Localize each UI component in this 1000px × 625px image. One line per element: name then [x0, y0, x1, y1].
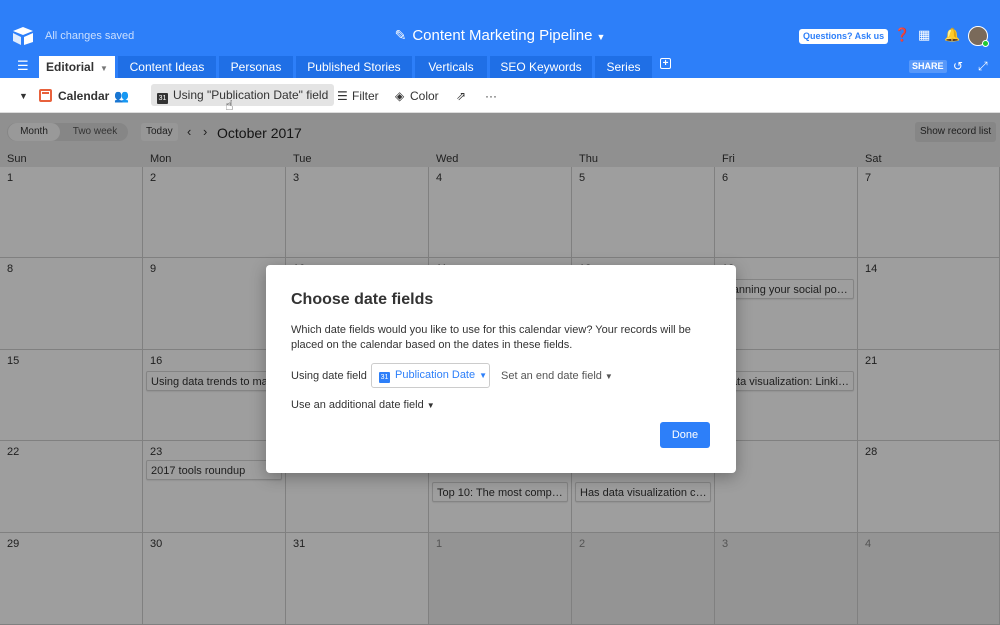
view-switcher-chevron-icon[interactable]: ▼: [19, 91, 28, 101]
chevron-down-icon: ▼: [426, 401, 435, 410]
tab-series[interactable]: Series: [595, 56, 652, 78]
tab-published-stories[interactable]: Published Stories: [296, 56, 412, 78]
ask-us-button[interactable]: Questions? Ask us: [799, 29, 889, 44]
dialog-description: Which date fields would you like to use …: [291, 324, 691, 351]
table-tabs: ☰ Editorial ▼ Content Ideas Personas Publ…: [0, 56, 1000, 78]
choose-date-fields-dialog: Choose date fields Which date fields wou…: [266, 265, 736, 473]
tab-content-ideas[interactable]: Content Ideas: [118, 56, 216, 78]
collaborators-icon[interactable]: 👥: [114, 89, 129, 103]
history-icon[interactable]: ↺: [953, 59, 963, 73]
online-status-dot: [982, 40, 989, 47]
chevron-down-icon: ▼: [604, 372, 613, 381]
calendar-icon: 31: [379, 372, 390, 383]
menu-icon[interactable]: ☰: [17, 58, 29, 74]
color-icon[interactable]: ◈: [395, 89, 404, 103]
date-field-select[interactable]: 31 Publication Date ▼: [371, 363, 490, 388]
help-icon[interactable]: ❓: [894, 27, 910, 43]
more-options-icon[interactable]: ···: [485, 89, 497, 103]
share-button[interactable]: SHARE: [909, 60, 947, 73]
additional-date-field-select[interactable]: Use an additional date field ▼: [291, 399, 435, 411]
chevron-down-icon: ▼: [479, 371, 488, 380]
using-date-field-label: Using date field: [291, 370, 367, 382]
add-table-icon[interactable]: +: [660, 58, 671, 69]
expand-icon[interactable]: ⤢: [978, 59, 988, 74]
pencil-icon: ✎: [394, 27, 407, 43]
end-date-field-select[interactable]: Set an end date field ▼: [501, 370, 613, 382]
apps-grid-icon[interactable]: ▦: [918, 27, 930, 43]
share-view-icon[interactable]: ⇗: [456, 89, 466, 103]
tab-seo-keywords[interactable]: SEO Keywords: [490, 56, 592, 78]
mouse-pointer-icon: ☝: [225, 97, 234, 113]
tab-verticals[interactable]: Verticals: [415, 56, 487, 78]
date-field-button[interactable]: 31 Using "Publication Date" field: [151, 84, 335, 106]
tab-personas[interactable]: Personas: [219, 56, 293, 78]
filter-button[interactable]: Filter: [352, 89, 379, 103]
filter-icon[interactable]: ☰: [337, 89, 348, 103]
color-button[interactable]: Color: [410, 89, 439, 103]
view-bar: ▼ Calendar 👥 31 Using "Publication Date" …: [0, 78, 1000, 113]
done-button[interactable]: Done: [660, 422, 710, 448]
calendar-icon: 31: [157, 93, 168, 104]
chevron-down-icon: ▼: [596, 32, 606, 42]
tab-editorial[interactable]: Editorial ▼: [39, 56, 115, 78]
calendar-view-icon: [39, 89, 52, 102]
base-title-text: Content Marketing Pipeline: [412, 27, 593, 44]
notification-bell-icon[interactable]: 🔔: [944, 27, 960, 43]
dialog-title: Choose date fields: [291, 291, 434, 308]
view-name[interactable]: Calendar: [58, 89, 109, 103]
top-bar: All changes saved ✎ Content Marketing Pip…: [0, 0, 1000, 56]
